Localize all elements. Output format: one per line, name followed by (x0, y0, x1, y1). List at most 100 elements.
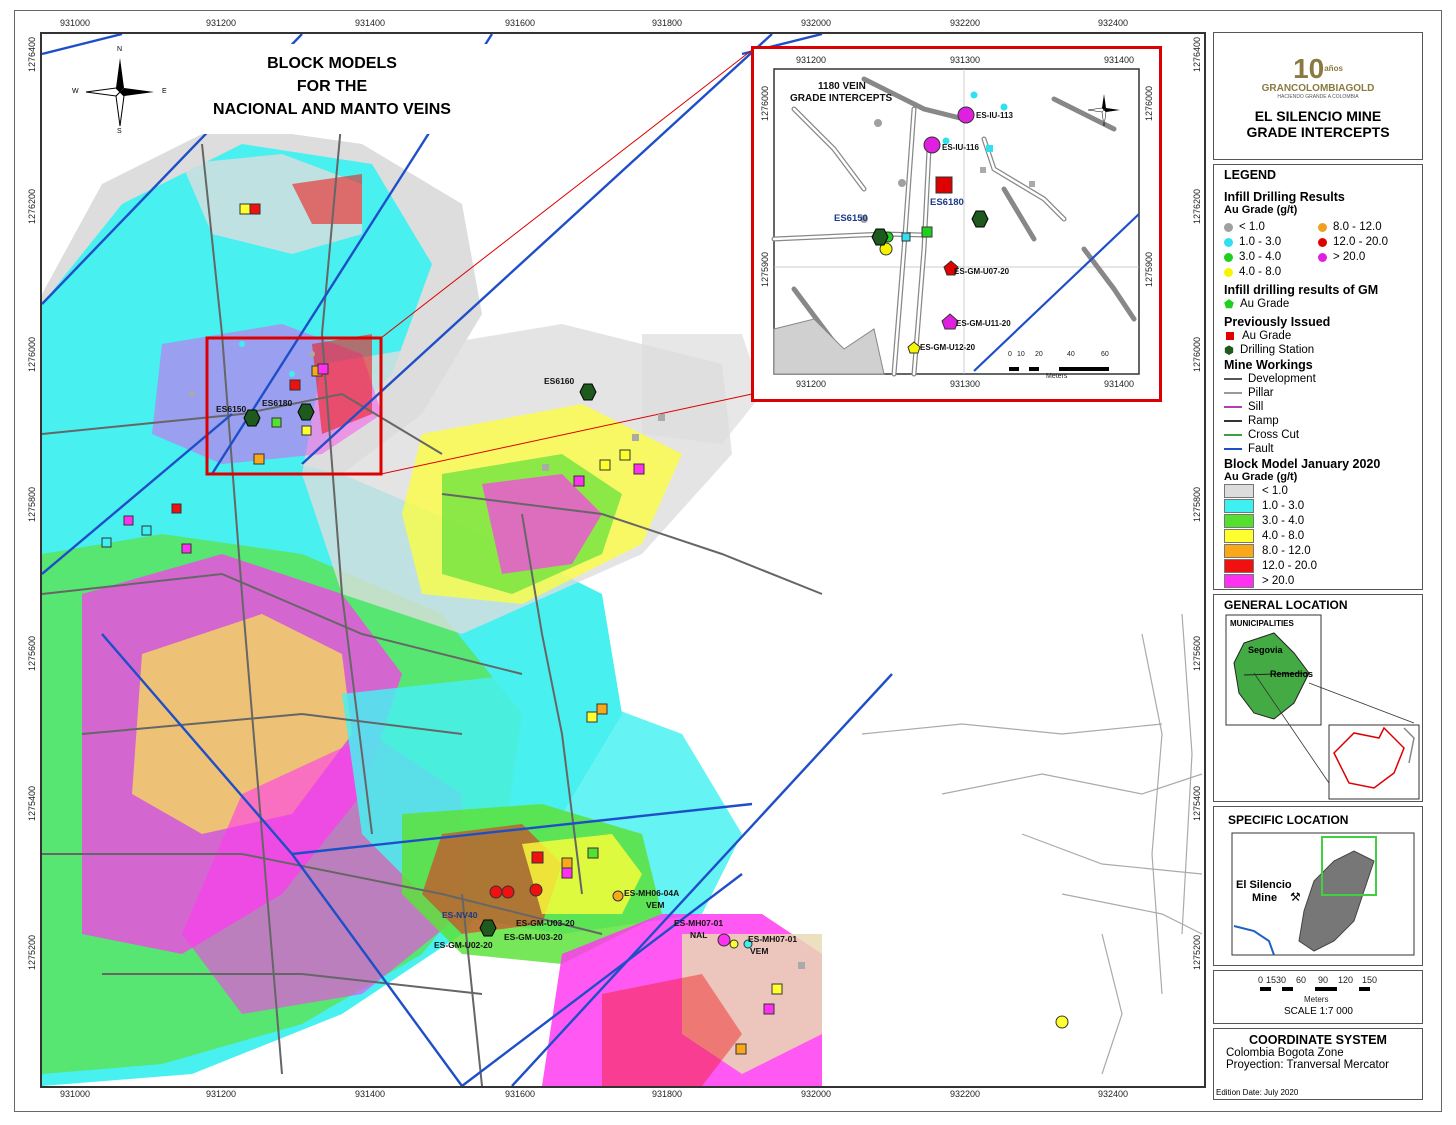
svg-text:⚒: ⚒ (1290, 890, 1301, 904)
coord-line-2: Proyection: Tranversal Mercator (1226, 1059, 1389, 1071)
block-item-2: 3.0 - 4.0 (1224, 513, 1412, 528)
y-tick-left-3: 1275800 (27, 486, 37, 522)
infill-item-1: 8.0 - 12.0 (1318, 220, 1412, 234)
scale-tick-5: 120 (1338, 975, 1354, 985)
y-tick-right-6: 1275200 (1192, 934, 1202, 970)
specific-location-map: ⚒ (1231, 832, 1415, 956)
infill-sub: Au Grade (g/t) (1224, 204, 1298, 216)
workings-item-0: Development (1224, 372, 1412, 386)
map-title-line-3: NACIONAL AND MANTO VEINS (213, 101, 451, 118)
x-tick-bottom-0: 931000 (60, 1089, 91, 1099)
label-gm-u03-b: ES-GM-U03-20 (504, 932, 563, 942)
workings-item-3: Ramp (1224, 414, 1412, 428)
label-gm-u03-a: ES-GM-U03-20 (516, 918, 575, 928)
segovia-label: Segovia (1248, 645, 1283, 655)
inset-scale-3: 40 (1067, 351, 1075, 358)
pentagon-icon: ⬟ (1224, 299, 1234, 311)
header-title-1: EL SILENCIO MINE (1254, 108, 1382, 124)
inset-x-tick-2: 931400 (1104, 55, 1135, 65)
scale-tick-4: 90 (1318, 975, 1329, 985)
header-panel: 10años GRANCOLOMBIAGOLD HACIENDO GRANDE … (1213, 32, 1423, 160)
label-gm-u02: ES-GM-U02-20 (434, 940, 493, 950)
inset-y-tick-0: 1276000 (760, 85, 770, 121)
map-title-line-1: BLOCK MODELS (267, 55, 397, 72)
prev-item-0: Au Grade (1224, 329, 1412, 343)
coord-line-1: Colombia Bogota Zone (1226, 1047, 1344, 1059)
scale-tick-6: 150 (1362, 975, 1378, 985)
logo-brand: GRANCOLOMBIAGOLD (1261, 83, 1375, 94)
scale-tick-3: 60 (1296, 975, 1307, 985)
label-es6160: ES6160 (544, 376, 575, 386)
x-tick-bottom-5: 932000 (801, 1089, 832, 1099)
prev-item-1: ⬢ Drilling Station (1224, 344, 1315, 357)
x-tick-bottom-2: 931400 (355, 1089, 386, 1099)
x-tick-top-7: 932400 (1098, 18, 1129, 28)
inset-scale-4: 60 (1101, 351, 1109, 358)
y-tick-left-1: 1276200 (27, 188, 37, 224)
y-tick-right-3: 1275800 (1192, 486, 1202, 522)
y-tick-left-6: 1275200 (27, 934, 37, 970)
x-tick-top-5: 932000 (801, 18, 832, 28)
square-icon (1226, 332, 1234, 340)
inset-map[interactable]: 1180 VEIN GRADE INTERCEPTS 931200 931300… (751, 46, 1162, 402)
compass-s: S (117, 128, 122, 135)
workings-item-5: Fault (1224, 442, 1412, 456)
infill-item-2: 1.0 - 3.0 (1224, 235, 1318, 249)
y-tick-left-5: 1275400 (27, 785, 37, 821)
workings-item-2: Sill (1224, 400, 1412, 414)
label-es-nv40: ES-NV40 (442, 910, 478, 920)
inset-x-tick-1: 931300 (950, 55, 981, 65)
logo-number: 10 (1293, 53, 1325, 84)
y-tick-right-0: 1276400 (1192, 36, 1202, 72)
y-tick-left-0: 1276400 (27, 36, 37, 72)
label-mh07-nal: ES-MH07-01 (674, 918, 724, 928)
map-title-line-2: FOR THE (296, 78, 368, 95)
inset-x-tick-bottom-2: 931400 (1104, 379, 1135, 389)
legend-panel: LEGEND Infill Drilling Results Au Grade … (1213, 164, 1423, 590)
y-tick-right-4: 1275600 (1192, 635, 1202, 671)
x-tick-top-0: 931000 (60, 18, 91, 28)
block-item-3: 4.0 - 8.0 (1224, 528, 1412, 543)
inset-y-tick-right-0: 1276000 (1144, 85, 1154, 121)
scale-panel: 0 15 30 60 90 120 150 Meters SCALE 1:7 0… (1213, 970, 1423, 1024)
general-location-title: GENERAL LOCATION (1224, 598, 1348, 612)
general-location-map (1225, 614, 1420, 800)
x-tick-top-6: 932200 (950, 18, 981, 28)
municipalities-label: MUNICIPALITIES (1230, 619, 1294, 628)
y-tick-left-4: 1275600 (27, 635, 37, 671)
label-mh07-vem-sub: VEM (750, 946, 769, 956)
scale-unit: Meters (1304, 995, 1329, 1004)
workings-item-4: Cross Cut (1224, 428, 1412, 442)
x-tick-bottom-4: 931800 (652, 1089, 683, 1099)
x-tick-bottom-7: 932400 (1098, 1089, 1129, 1099)
remedios-label: Remedios (1270, 669, 1314, 679)
inset-x-tick-bottom-0: 931200 (796, 379, 827, 389)
mine-label-1: El Silencio (1236, 879, 1292, 891)
map-title: BLOCK MODELS FOR THE NACIONAL AND MANTO … (177, 44, 487, 134)
compass-w: W (72, 88, 79, 95)
inset-label-u11: ES-GM-U11-20 (956, 319, 1011, 328)
inset-label-u12: ES-GM-U12-20 (920, 343, 976, 352)
specific-location-panel[interactable]: SPECIFIC LOCATION ⚒ El Silencio Mine (1213, 806, 1423, 966)
x-tick-top-1: 931200 (206, 18, 237, 28)
scale-bar (1260, 987, 1370, 991)
y-tick-right-1: 1276200 (1192, 188, 1202, 224)
general-location-panel[interactable]: GENERAL LOCATION MUNICIPALITIES Segovia … (1213, 594, 1423, 802)
block-item-0: < 1.0 (1224, 483, 1412, 498)
infill-item-5: > 20.0 (1318, 250, 1412, 264)
x-tick-top-2: 931400 (355, 18, 386, 28)
label-mh06: ES-MH06-04A (624, 888, 680, 898)
block-sub: Au Grade (g/t) (1224, 471, 1298, 483)
y-tick-right-5: 1275400 (1192, 785, 1202, 821)
inset-x-tick-bottom-1: 931300 (950, 379, 981, 389)
inset-x-tick-0: 931200 (796, 55, 827, 65)
infill-items: < 1.0 8.0 - 12.0 1.0 - 3.0 12.0 - 20.0 3… (1224, 220, 1412, 279)
inset-scale-0: 0 (1008, 351, 1012, 358)
infill-heading: Infill Drilling Results (1224, 190, 1345, 204)
logo-tagline: HACIENDO GRANDE A COLOMBIA (1277, 94, 1359, 100)
inset-label-u07: ES-GM-U07-20 (954, 267, 1010, 276)
scale-tick-1: 15 (1266, 975, 1277, 985)
gm-item: ⬟ Au Grade (1224, 298, 1290, 311)
x-tick-bottom-3: 931600 (505, 1089, 536, 1099)
scale-tick-2: 30 (1276, 975, 1287, 985)
